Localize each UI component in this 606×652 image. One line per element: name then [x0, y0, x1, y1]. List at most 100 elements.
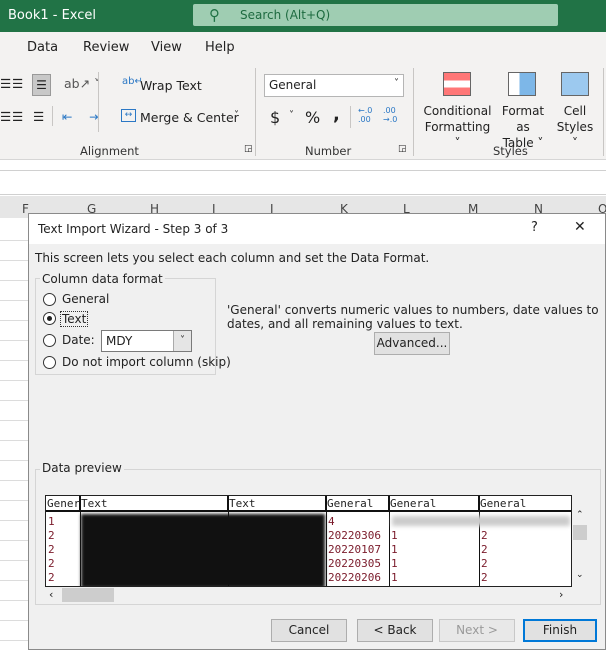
- label: Date:: [62, 333, 95, 347]
- scroll-thumb[interactable]: [573, 525, 587, 540]
- group-styles: Styles: [493, 144, 528, 158]
- cell-styles-icon: [561, 72, 589, 96]
- scroll-right-icon[interactable]: ›: [559, 588, 563, 601]
- preview-column-header[interactable]: Text: [80, 496, 228, 512]
- vertical-scrollbar[interactable]: ⌃ ⌄: [572, 510, 589, 587]
- orientation-icon[interactable]: ab↗ ˅: [64, 76, 100, 91]
- preview-cell: 1: [391, 571, 398, 584]
- preview-cell: 2: [48, 557, 55, 570]
- scroll-thumb[interactable]: [62, 588, 114, 602]
- comma-button[interactable]: ,: [333, 104, 340, 125]
- preview-column-header[interactable]: Gener: [46, 496, 80, 512]
- date-format-select[interactable]: MDY ˅: [101, 330, 192, 352]
- conditional-formatting-icon: [443, 72, 471, 96]
- scroll-up-icon[interactable]: ⌃: [576, 510, 584, 520]
- dialog-title-bar: Text Import Wizard - Step 3 of 3 ? ✕: [29, 214, 605, 244]
- tab-help[interactable]: Help: [205, 40, 235, 55]
- radio-button[interactable]: [43, 334, 56, 347]
- label: Cell: [563, 104, 587, 118]
- label: Do not import column (skip): [62, 355, 231, 369]
- tab-data[interactable]: Data: [27, 40, 58, 55]
- merge-center-button[interactable]: Merge & Center: [140, 110, 239, 125]
- number-format-value: General: [269, 78, 317, 92]
- date-format-value: MDY: [106, 334, 133, 348]
- align-left-icon[interactable]: ☰: [0, 76, 11, 91]
- align-right-icon[interactable]: ☰: [33, 109, 44, 124]
- radio-button[interactable]: [43, 312, 56, 325]
- group-label: Column data format: [40, 272, 165, 286]
- cancel-button[interactable]: Cancel: [271, 619, 347, 642]
- label: Format as: [501, 104, 545, 134]
- cell-styles-button[interactable]: Cell Styles ˅: [552, 103, 598, 151]
- group-alignment: Alignment: [80, 144, 139, 158]
- tab-review[interactable]: Review: [83, 40, 129, 55]
- ribbon: ☰ ☰ ☰ ab↗ ˅ ☰ ☰ ☰ ⇤ ⇥ ab↵ Wrap Text ↔ Me…: [0, 62, 606, 160]
- align-bottom-icon[interactable]: ☰: [32, 74, 51, 96]
- search-placeholder: Search (Alt+Q): [240, 8, 331, 22]
- currency-button[interactable]: $: [270, 108, 280, 127]
- preview-cell: 2: [481, 529, 488, 542]
- preview-cell: 1: [391, 543, 398, 556]
- preview-cell: 20220305: [328, 557, 381, 570]
- preview-cell: 1: [48, 515, 55, 528]
- preview-column-header[interactable]: General: [389, 496, 479, 512]
- search-icon: ⚲: [209, 6, 220, 24]
- preview-cell: 1: [391, 529, 398, 542]
- align-left-text-icon[interactable]: ☰: [0, 109, 11, 124]
- preview-label: Data preview: [40, 461, 124, 475]
- label: Conditional: [423, 104, 492, 118]
- align-middle-icon[interactable]: ☰: [12, 76, 23, 91]
- horizontal-scrollbar[interactable]: ‹ ›: [45, 587, 572, 603]
- advanced-button[interactable]: Advanced...: [374, 332, 450, 355]
- radio-button[interactable]: [43, 356, 56, 369]
- label: General: [62, 292, 110, 306]
- formula-bar[interactable]: [0, 170, 606, 195]
- window-title: Book1 - Excel: [8, 8, 97, 23]
- label: Text: [60, 311, 89, 327]
- data-preview-grid[interactable]: Gener Text Text General General General 1 4 2 202…: [45, 495, 572, 587]
- merge-icon: ↔: [121, 109, 136, 122]
- preview-cell: 2: [481, 557, 488, 570]
- preview-column-header[interactable]: General: [326, 496, 389, 512]
- finish-button[interactable]: Finish: [523, 619, 597, 642]
- chevron-down-icon[interactable]: ˅: [234, 110, 239, 121]
- preview-cell: 2: [481, 571, 488, 584]
- number-format-select[interactable]: General ˅: [264, 74, 404, 97]
- menu-bar: Data Review View Help: [0, 32, 606, 62]
- title-bar: Book1 - Excel ⚲ Search (Alt+Q): [0, 0, 606, 32]
- tab-view[interactable]: View: [151, 40, 182, 55]
- wrap-text-button[interactable]: Wrap Text: [140, 78, 202, 93]
- preview-cell: 4: [328, 515, 335, 528]
- center-icon[interactable]: ☰: [12, 109, 23, 124]
- chevron-down-icon[interactable]: ˅: [173, 331, 191, 351]
- redacted-cells: [81, 514, 325, 586]
- conditional-formatting-button[interactable]: Conditional Formatting ˅: [420, 103, 495, 151]
- format-as-table-icon: [508, 72, 536, 96]
- percent-button[interactable]: %: [305, 108, 320, 127]
- close-button[interactable]: ✕: [574, 219, 586, 235]
- preview-cell: 1: [391, 557, 398, 570]
- search-box[interactable]: ⚲ Search (Alt+Q): [193, 4, 558, 26]
- preview-cell: 20220107: [328, 543, 381, 556]
- decrease-decimal-button[interactable]: .00 →.0: [383, 106, 403, 124]
- preview-column-header[interactable]: General: [479, 496, 571, 512]
- radio-button[interactable]: [43, 293, 56, 306]
- preview-cell: 2: [48, 571, 55, 584]
- chevron-down-icon: ˅: [394, 78, 399, 89]
- scroll-down-icon[interactable]: ⌄: [576, 570, 584, 580]
- preview-column-header[interactable]: Text: [228, 496, 326, 512]
- text-import-wizard-dialog: Text Import Wizard - Step 3 of 3 ? ✕ Thi…: [28, 213, 606, 650]
- dialog-launcher-icon[interactable]: ◲: [244, 144, 253, 154]
- scroll-left-icon[interactable]: ‹: [49, 588, 53, 601]
- preview-cell: 2: [48, 529, 55, 542]
- increase-decimal-button[interactable]: ←.0 .00: [358, 106, 378, 124]
- decrease-indent-icon[interactable]: ⇤: [62, 109, 72, 124]
- preview-cell: 2: [481, 543, 488, 556]
- chevron-down-icon[interactable]: ˅: [289, 110, 294, 121]
- dialog-launcher-icon[interactable]: ◲: [398, 144, 407, 154]
- help-button[interactable]: ?: [531, 220, 538, 235]
- back-button[interactable]: < Back: [357, 619, 433, 642]
- intro-text: This screen lets you select each column …: [35, 251, 430, 265]
- next-button: Next >: [439, 619, 515, 642]
- redacted-cells: [392, 516, 570, 526]
